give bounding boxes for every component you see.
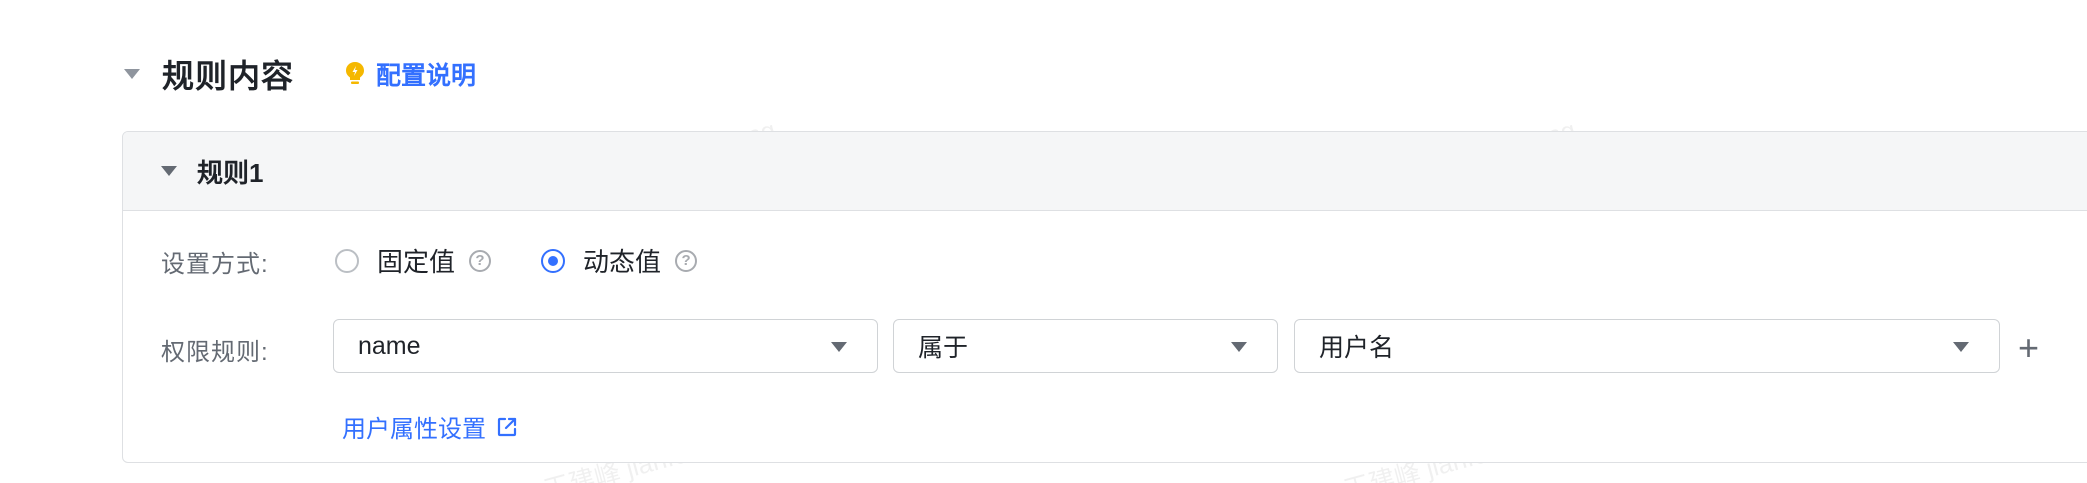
collapse-caret-icon[interactable] [124, 69, 140, 79]
attr-link-label: 用户属性设置 [342, 416, 486, 443]
rule-title: 规则1 [197, 157, 264, 188]
config-help-link[interactable]: 配置说明 [344, 56, 476, 92]
external-link-icon [497, 417, 517, 436]
page: 王建峰 jianfengwang 王建峰 jianfengwang 王建峰 ji… [0, 0, 2087, 483]
dropdown-arrow-icon [1231, 342, 1247, 352]
value-select[interactable]: 用户名 [1294, 319, 2000, 373]
help-icon[interactable]: ? [675, 249, 698, 272]
config-link-label: 配置说明 [376, 62, 477, 90]
dropdown-arrow-icon [1953, 342, 1969, 352]
value-select-value: 用户名 [1319, 334, 1395, 362]
add-rule-icon[interactable]: + [2018, 330, 2039, 366]
rule-card-header[interactable]: 规则1 [123, 132, 2087, 211]
radio-label: 动态值 [583, 247, 662, 277]
radio-label: 固定值 [377, 247, 456, 277]
dropdown-arrow-icon [831, 342, 847, 352]
rule-card: 规则1 设置方式: 固定值 ? 动态值 ? 权限规则: name 属于 用户名 … [122, 131, 2087, 463]
field-select-value: name [358, 331, 421, 360]
section-title: 规则内容 [162, 58, 295, 94]
field-select[interactable]: name [333, 319, 878, 373]
radio-dynamic-value[interactable]: 动态值 ? [541, 242, 698, 279]
permission-rule-label: 权限规则: [161, 339, 269, 366]
operator-select[interactable]: 属于 [893, 319, 1278, 373]
section-header[interactable]: 规则内容 配置说明 [124, 48, 476, 100]
operator-select-value: 属于 [918, 334, 969, 362]
user-attribute-settings-link[interactable]: 用户属性设置 [342, 409, 518, 444]
radio-circle[interactable] [335, 248, 359, 273]
help-icon[interactable]: ? [469, 249, 492, 272]
setting-method-radio-group: 固定值 ? 动态值 ? [335, 242, 698, 279]
lightbulb-icon [346, 62, 365, 84]
rule-collapse-caret-icon[interactable] [161, 166, 177, 176]
setting-method-label: 设置方式: [161, 251, 269, 278]
radio-circle-checked[interactable] [541, 248, 566, 273]
radio-fixed-value[interactable]: 固定值 ? [335, 242, 492, 279]
